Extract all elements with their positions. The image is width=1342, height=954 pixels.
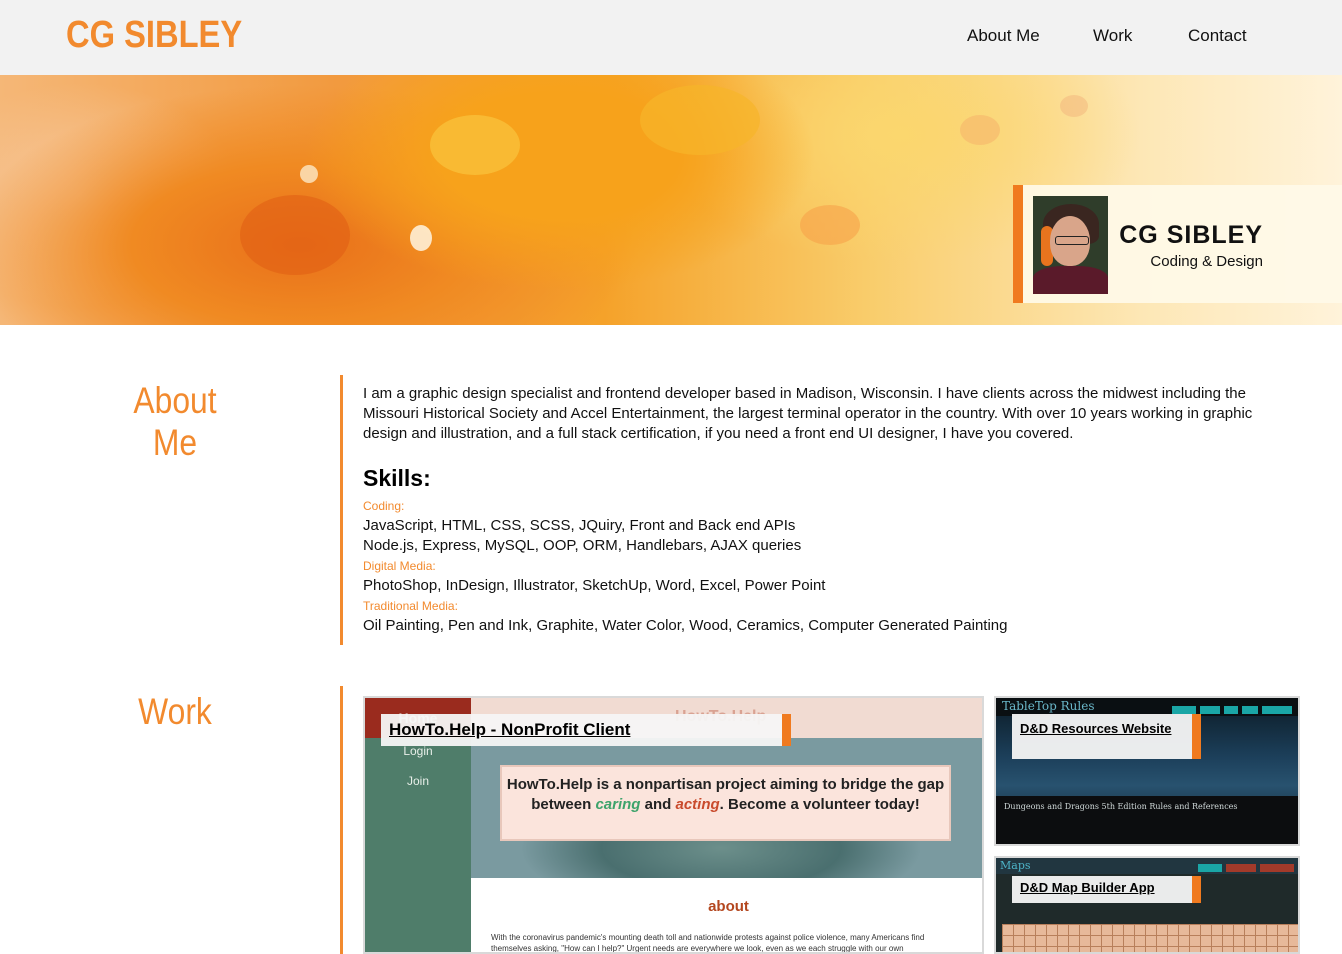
skills-heading: Skills: [363,465,431,491]
paint-splatter [960,115,1000,145]
profile-card: CG SIBLEY Coding & Design [1013,185,1342,303]
map-grid[interactable] [1002,924,1298,952]
paint-splatter [300,165,318,183]
project-label-tag: D&D Resources Website [1012,714,1201,759]
project-label-tag: D&D Map Builder App [1012,876,1201,903]
avatar [1033,196,1108,294]
top-nav: CG SIBLEY About Me Work Contact [0,0,1342,75]
skill-category-coding: Coding: [363,499,405,513]
skill-line: JavaScript, HTML, CSS, SCSS, JQuiry, Fro… [363,517,796,534]
about-divider [340,375,343,645]
skill-category-traditional: Traditional Media: [363,599,458,613]
project-label-tag: HowTo.Help - NonProfit Client [381,714,791,746]
nav-link-contact[interactable]: Contact [1188,26,1247,46]
project-card-dnd-map-builder[interactable]: Maps [994,856,1300,954]
brand-logo[interactable]: CG SIBLEY [66,14,242,57]
paint-splatter [430,115,520,175]
project-link-howtohelp[interactable]: HowTo.Help - NonProfit Client [389,720,630,740]
profile-tagline: Coding & Design [1150,253,1263,270]
paint-splatter [240,195,350,275]
about-bio: I am a graphic design specialist and fro… [363,385,1253,442]
nav-link-about[interactable]: About Me [967,26,1040,46]
paint-splatter [640,85,760,155]
profile-name: CG SIBLEY [1119,221,1263,249]
nav-link-work[interactable]: Work [1093,26,1132,46]
paint-splatter [800,205,860,245]
project-link-dnd-resources[interactable]: D&D Resources Website [1020,720,1180,738]
work-divider [340,686,343,954]
preview-message: HowTo.Help is a nonpartisan project aimi… [500,765,951,841]
skill-category-digital: Digital Media: [363,559,436,573]
hero-banner: CG SIBLEY Coding & Design [0,75,1342,325]
paint-splatter [1060,95,1088,117]
about-section-title: About Me [133,380,217,463]
skill-line: PhotoShop, InDesign, Illustrator, Sketch… [363,577,826,594]
skill-line: Oil Painting, Pen and Ink, Graphite, Wat… [363,617,1008,634]
card-accent-bar [1013,185,1023,303]
paint-splatter [410,225,432,251]
skill-line: Node.js, Express, MySQL, OOP, ORM, Handl… [363,537,802,554]
project-link-dnd-map-builder[interactable]: D&D Map Builder App [1020,880,1155,895]
work-section-title: Work [138,691,212,732]
